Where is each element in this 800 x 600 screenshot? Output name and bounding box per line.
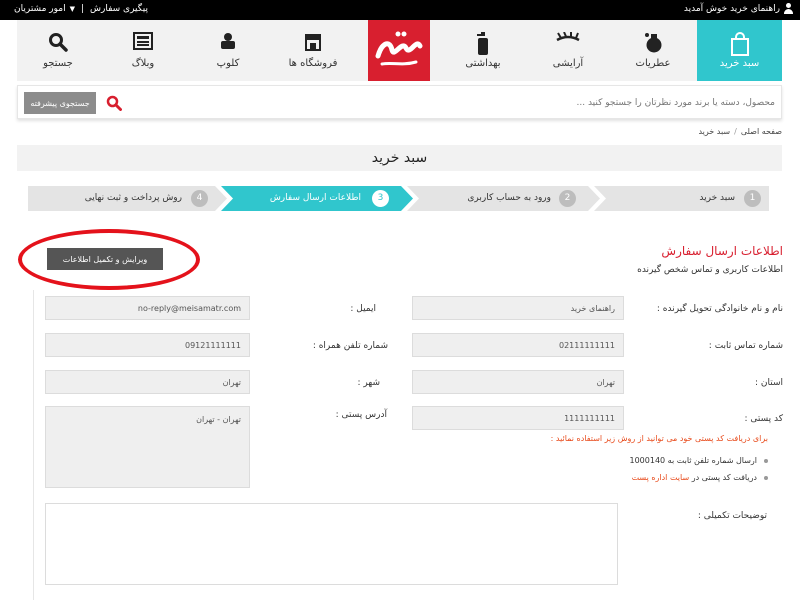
eyelash-icon [556, 32, 580, 42]
user-icon [783, 3, 794, 14]
step-number: 3 [372, 190, 389, 207]
province-label: استان : [754, 378, 783, 388]
nav-item-hygiene[interactable]: بهداشتی [442, 20, 524, 81]
site-text: دریافت کد پستی در [691, 473, 757, 482]
breadcrumb-current: سبد خرید [698, 127, 731, 136]
step-cart[interactable]: 1 سبد خرید [594, 186, 769, 211]
club-icon [221, 33, 235, 49]
step-shipping-info[interactable]: 3 اطلاعات ارسال سفارش [221, 186, 401, 211]
postal-label: کد پستی : [744, 414, 783, 424]
email-label: ایمیل : [350, 304, 376, 314]
step-number: 4 [191, 190, 208, 207]
highlight-circle [18, 229, 200, 290]
store-icon [305, 34, 321, 51]
perfume-icon [645, 33, 662, 53]
customers-menu[interactable]: امور مشتریان [14, 4, 66, 14]
mobile-field[interactable]: 09121111111 [45, 333, 250, 357]
phone-label: شماره تماس ثابت : [708, 341, 783, 351]
postal-help-sms: ارسال شماره تلفن ثابت به 1000140 [629, 456, 768, 465]
welcome-area: راهنمای خرید خوش آمدید [684, 3, 794, 14]
breadcrumb-home[interactable]: صفحه اصلی [741, 127, 782, 136]
bullet-dot [764, 475, 768, 480]
search-input[interactable] [125, 93, 775, 113]
step-label: اطلاعات ارسال سفارش [269, 193, 361, 203]
phone-value: 02111111111 [559, 340, 615, 350]
postal-field[interactable]: 1111111111 [412, 406, 624, 430]
chevron-down-icon[interactable]: ▼ [70, 5, 75, 13]
search-bar: جستجوی پیشرفته [17, 85, 782, 119]
nav-label: بهداشتی [465, 58, 501, 69]
postal-help-note: برای دریافت کد پستی خود می توانید از روش… [550, 434, 768, 443]
phone-field[interactable]: 02111111111 [412, 333, 624, 357]
city-value: تهران [222, 377, 241, 387]
name-field[interactable]: راهنمای خرید [412, 296, 624, 320]
nav-item-stores[interactable]: فروشگاه ها [272, 20, 354, 81]
step-payment[interactable]: 4 روش پرداخت و ثبت نهایی [28, 186, 215, 211]
page-title: سبد خرید [371, 150, 428, 166]
breadcrumb: صفحه اصلی /سبد خرید [698, 127, 782, 136]
mobile-label: شماره تلفن همراه : [312, 341, 388, 351]
name-label: نام و نام خانوادگی تحویل گیرنده : [656, 304, 783, 314]
postal-value: 1111111111 [564, 413, 615, 423]
nav-label: کلوپ [216, 58, 240, 69]
step-number: 2 [559, 190, 576, 207]
section-subtitle: اطلاعات کاربری و تماس شخص گیرنده [637, 265, 783, 275]
advanced-search-button[interactable]: جستجوی پیشرفته [24, 92, 96, 114]
description-textarea[interactable] [45, 503, 618, 585]
breadcrumb-separator: / [734, 127, 737, 136]
nav-item-cosmetics[interactable]: آرایشی [527, 20, 609, 81]
address-label: آدرس پستی : [335, 410, 387, 420]
section-title: اطلاعات ارسال سفارش [661, 244, 783, 258]
divider [33, 290, 34, 600]
brand-logo-mark [375, 31, 423, 66]
main-nav: جستجو وبلاگ کلوپ فروشگاه ها بهداشتی آرای… [17, 20, 782, 81]
nav-label: آرایشی [552, 58, 584, 69]
address-value: تهران - تهران [196, 415, 241, 424]
city-label: شهر : [357, 378, 380, 388]
step-number: 1 [744, 190, 761, 207]
shopping-bag-icon [730, 32, 749, 56]
postal-help-site: دریافت کد پستی در سایت اداره پست [632, 473, 768, 482]
province-value: تهران [596, 377, 615, 387]
step-label: روش پرداخت و ثبت نهایی [84, 193, 182, 203]
nav-item-search[interactable]: جستجو [17, 20, 99, 81]
nav-label: فروشگاه ها [288, 58, 338, 69]
search-icon[interactable] [106, 95, 122, 111]
nav-label: جستجو [43, 58, 73, 69]
bullet-dot [764, 458, 768, 463]
province-field[interactable]: تهران [412, 370, 624, 394]
page-title-bar: سبد خرید [17, 145, 782, 171]
top-links: امور مشتریان ▼ | پیگیری سفارش [14, 4, 148, 14]
email-field[interactable]: no-reply@meisamatr.com [45, 296, 250, 320]
step-label: سبد خرید [699, 193, 735, 203]
nav-label: عطریات [635, 58, 671, 69]
welcome-text: راهنمای خرید خوش آمدید [683, 3, 780, 14]
brand-logo[interactable] [368, 20, 430, 81]
nav-label: سبد خرید [719, 58, 760, 69]
top-bar: راهنمای خرید خوش آمدید امور مشتریان ▼ | … [0, 0, 800, 20]
description-label: توضیحات تکمیلی : [697, 511, 767, 521]
sms-text: ارسال شماره تلفن ثابت به 1000140 [629, 456, 758, 465]
nav-item-blog[interactable]: وبلاگ [102, 20, 184, 81]
step-label: ورود به حساب کاربری [467, 193, 551, 203]
track-order-link[interactable]: پیگیری سفارش [90, 4, 148, 14]
address-field[interactable]: تهران - تهران [45, 406, 250, 488]
nav-item-club[interactable]: کلوپ [187, 20, 269, 81]
step-login[interactable]: 2 ورود به حساب کاربری [407, 186, 588, 211]
blog-icon [133, 32, 153, 50]
mobile-value: 09121111111 [185, 340, 241, 350]
city-field[interactable]: تهران [45, 370, 250, 394]
name-value: راهنمای خرید [570, 303, 615, 313]
email-value: no-reply@meisamatr.com [137, 303, 241, 313]
nav-item-perfumes[interactable]: عطریات [612, 20, 694, 81]
nav-item-cart[interactable]: سبد خرید [697, 20, 782, 81]
nav-label: وبلاگ [131, 58, 155, 69]
search-icon [49, 33, 68, 52]
soap-bottle-icon [477, 32, 488, 55]
separator: | [80, 4, 85, 14]
post-office-link[interactable]: سایت اداره پست [632, 473, 690, 482]
